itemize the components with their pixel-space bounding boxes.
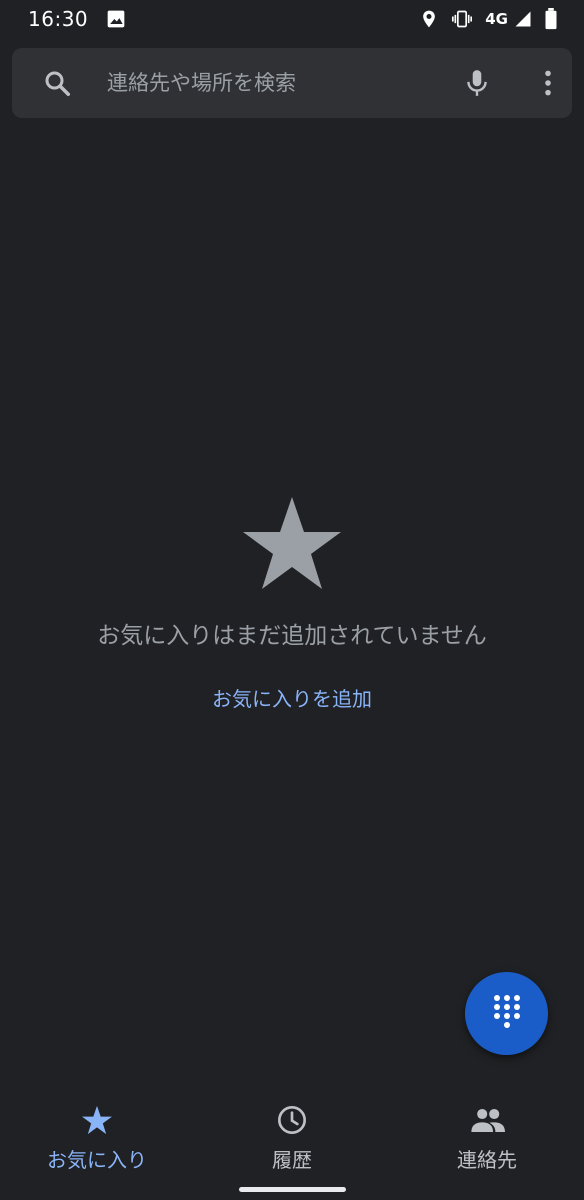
status-time: 16:30 <box>28 7 89 31</box>
tab-contacts-label: 連絡先 <box>457 1148 517 1172</box>
tab-history[interactable]: 履歴 <box>195 1096 389 1176</box>
search-icon[interactable] <box>42 68 72 102</box>
status-left: 16:30 <box>28 7 126 31</box>
signal-icon <box>514 10 532 28</box>
tab-contacts[interactable]: 連絡先 <box>390 1096 584 1176</box>
location-icon <box>419 9 439 29</box>
tab-history-label: 履歴 <box>272 1148 312 1172</box>
network-type: 4G <box>485 10 508 28</box>
star-icon <box>240 494 344 596</box>
tab-favorites-label: お気に入り <box>47 1148 147 1172</box>
search-bar[interactable] <box>12 48 572 118</box>
home-indicator[interactable] <box>239 1187 346 1192</box>
image-icon <box>106 9 126 29</box>
search-input[interactable] <box>107 48 427 118</box>
star-icon <box>81 1104 113 1136</box>
vibrate-icon <box>451 9 473 29</box>
phone-screen: 16:30 4G 連絡先や場所を検索 お気に入りはまだ追加されていません お気に… <box>0 0 584 1200</box>
status-right: 4G <box>419 8 558 30</box>
clock-icon <box>276 1104 308 1136</box>
dialpad-button[interactable] <box>465 972 548 1055</box>
bottom-navigation: お気に入り 履歴 連絡先 <box>0 1096 584 1200</box>
empty-state-message: お気に入りはまだ追加されていません <box>97 623 487 649</box>
mic-icon[interactable] <box>464 68 490 102</box>
battery-icon <box>544 8 558 30</box>
add-favorite-button[interactable]: お気に入りを追加 <box>0 683 584 712</box>
people-icon <box>469 1104 505 1136</box>
more-vert-icon[interactable] <box>535 68 561 102</box>
tab-favorites[interactable]: お気に入り <box>0 1096 194 1176</box>
status-bar: 16:30 4G <box>0 0 584 38</box>
dialpad-icon <box>492 994 522 1034</box>
